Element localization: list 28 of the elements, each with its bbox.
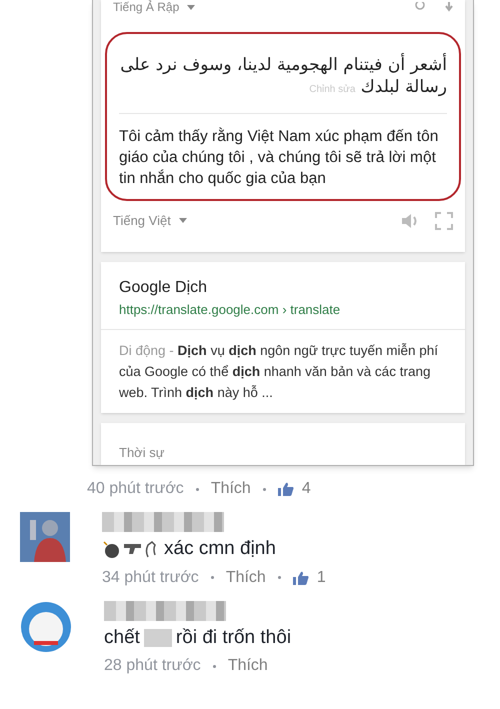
comment-time: 34 phút trước (102, 568, 199, 588)
arrow-icon[interactable] (445, 2, 453, 12)
comment-time: 28 phút trước (104, 656, 201, 676)
censored-word (144, 628, 172, 647)
translated-text: Tôi cảm thấy rằng Việt Nam xúc phạm đến tôn giáo của chúng tôi , và chúng tôi sẽ trả lời một tin nhắn cho quốc gia của bạn (119, 126, 440, 189)
comment-text: rồi đi trốn thôi (176, 626, 292, 650)
comment-text: xác cmn định (164, 537, 276, 561)
target-language-dropdown[interactable]: Tiếng Việt (113, 211, 171, 230)
bomb-icon (102, 540, 120, 558)
comment-time: 40 phút trước (87, 479, 184, 499)
like-link[interactable]: Thích (226, 566, 266, 588)
like-count: 1 (316, 568, 326, 588)
like-link[interactable]: Thích (210, 478, 251, 500)
comment-text: chết (104, 626, 140, 650)
thumbs-up-icon (292, 570, 309, 584)
source-language-dropdown[interactable]: Tiếng Ả Rập (113, 0, 180, 14)
like-count: 4 (302, 479, 311, 499)
like-link[interactable]: Thích (228, 655, 268, 677)
result-url: https://translate.google.com › translate (119, 300, 342, 319)
fullscreen-icon[interactable] (435, 212, 453, 230)
result-title[interactable]: Google Dịch (119, 276, 447, 300)
gun-icon (124, 544, 141, 554)
caret-icon[interactable] (187, 4, 196, 10)
card-heading: Thời sự (119, 445, 164, 460)
thumbs-up-icon (278, 482, 294, 496)
caret-icon[interactable] (178, 218, 187, 224)
speaker-icon[interactable] (401, 212, 419, 229)
result-snippet: Di động - Dịch vụ dịch ngôn ngữ trực tuyến miễn phí của Google có thể dịch nhanh văn bản và các trang web. Trình dịch này hỗ ... (118, 342, 440, 402)
